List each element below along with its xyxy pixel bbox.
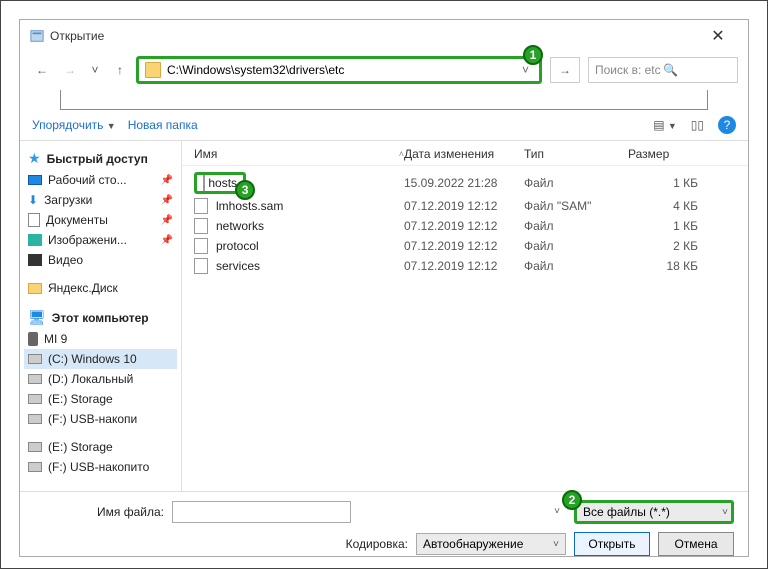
- open-button[interactable]: Открыть: [574, 532, 650, 556]
- sidebar-item-pictures[interactable]: Изображени...📌: [24, 230, 177, 250]
- address-history-dropdown[interactable]: [60, 90, 708, 110]
- app-icon: [30, 29, 44, 43]
- pin-icon: 📌: [161, 175, 173, 186]
- folder-icon: [28, 283, 42, 294]
- drive-icon: [28, 462, 42, 472]
- column-name[interactable]: Имя: [194, 147, 217, 161]
- callout-badge-3: 3: [235, 180, 255, 200]
- sidebar-item-drive-f2[interactable]: (F:) USB-накопито: [24, 457, 177, 477]
- folder-icon: [145, 62, 161, 78]
- document-icon: [28, 213, 40, 227]
- sidebar-item-drive-e[interactable]: (E:) Storage: [24, 389, 177, 409]
- sidebar-item-documents[interactable]: Документы📌: [24, 210, 177, 230]
- column-type[interactable]: Тип: [524, 147, 628, 161]
- star-icon: ★: [28, 150, 41, 167]
- sidebar-item-drive-c[interactable]: (C:) Windows 10: [24, 349, 177, 369]
- pc-icon: 🖥: [28, 309, 46, 326]
- callout-badge-2: 2: [562, 490, 582, 510]
- search-placeholder: Поиск в: etc: [595, 63, 663, 77]
- phone-icon: [28, 332, 38, 346]
- recent-locations-button[interactable]: ˅: [86, 63, 104, 77]
- chevron-down-icon[interactable]: ˅: [554, 506, 560, 517]
- close-button[interactable]: ✕: [698, 26, 738, 46]
- up-button[interactable]: ↑: [108, 57, 132, 83]
- drive-icon: [28, 374, 42, 384]
- desktop-icon: [28, 175, 42, 185]
- sidebar-item-drive-d[interactable]: (D:) Локальный: [24, 369, 177, 389]
- chevron-down-icon: ˅: [553, 539, 559, 550]
- organize-menu[interactable]: Упорядочить ▼: [32, 118, 116, 132]
- preview-pane-button[interactable]: ▯▯: [691, 118, 704, 132]
- title-bar: Открытие ✕: [20, 20, 748, 52]
- sidebar-item-downloads[interactable]: ⬇Загрузки📌: [24, 190, 177, 210]
- sidebar-item-phone[interactable]: MI 9: [24, 329, 177, 349]
- encoding-label: Кодировка:: [346, 537, 408, 551]
- help-button[interactable]: ?: [718, 116, 736, 134]
- callout-badge-1: 1: [523, 45, 543, 65]
- view-options-button[interactable]: ▤ ▼: [653, 118, 677, 132]
- search-icon: 🔍: [663, 63, 731, 77]
- column-date[interactable]: Дата изменения: [404, 147, 524, 161]
- file-row[interactable]: protocol 07.12.2019 12:12Файл2 КБ: [194, 236, 736, 256]
- window-title: Открытие: [50, 29, 698, 43]
- column-size[interactable]: Размер: [628, 147, 698, 161]
- search-box[interactable]: Поиск в: etc 🔍: [588, 57, 738, 83]
- navigation-pane: ★Быстрый доступ Рабочий сто...📌 ⬇Загрузк…: [20, 141, 182, 491]
- sidebar-item-yadisk[interactable]: Яндекс.Диск: [24, 278, 177, 298]
- sidebar-item-videos[interactable]: Видео: [24, 250, 177, 270]
- pictures-icon: [28, 234, 42, 246]
- download-icon: ⬇: [28, 193, 38, 207]
- address-input[interactable]: [167, 63, 518, 77]
- go-button[interactable]: →: [550, 57, 580, 83]
- command-bar: Упорядочить ▼ Новая папка ▤ ▼ ▯▯ ?: [20, 110, 748, 141]
- filename-input[interactable]: [172, 501, 351, 523]
- file-icon: [194, 198, 208, 214]
- column-headers[interactable]: Имя˄ Дата изменения Тип Размер: [182, 141, 748, 166]
- file-icon: [194, 258, 208, 274]
- pin-icon: 📌: [161, 235, 173, 246]
- sidebar-item-drive-f[interactable]: (F:) USB-накопи: [24, 409, 177, 429]
- pin-icon: 📌: [161, 195, 173, 206]
- address-dropdown-icon[interactable]: ˅: [518, 63, 533, 77]
- file-list: hosts3 15.09.2022 21:28 Файл 1 КБ lmhost…: [182, 166, 748, 280]
- back-button[interactable]: ←: [30, 57, 54, 83]
- file-row[interactable]: lmhosts.sam 07.12.2019 12:12Файл "SAM"4 …: [194, 196, 736, 216]
- file-type-filter[interactable]: Все файлы (*.*) ˅: [574, 500, 734, 524]
- drive-icon: [28, 414, 42, 424]
- chevron-down-icon: ˅: [722, 507, 728, 518]
- cancel-button[interactable]: Отмена: [658, 532, 734, 556]
- drive-icon: [28, 394, 42, 404]
- file-icon: [194, 218, 208, 234]
- drive-icon: [28, 442, 42, 452]
- file-row-hosts[interactable]: hosts3 15.09.2022 21:28 Файл 1 КБ: [194, 170, 736, 196]
- file-row[interactable]: services 07.12.2019 12:12Файл18 КБ: [194, 256, 736, 276]
- nav-bar: ← → ˅ ↑ ˅ 1 → Поиск в: etc 🔍: [20, 52, 748, 88]
- new-folder-button[interactable]: Новая папка: [128, 118, 198, 132]
- sidebar-item-drive-e2[interactable]: (E:) Storage: [24, 437, 177, 457]
- sidebar-quick-access[interactable]: ★Быстрый доступ: [24, 147, 177, 170]
- bottom-panel: Имя файла: ˅ Все файлы (*.*) ˅ 2 Кодиров…: [20, 491, 748, 556]
- pin-icon: 📌: [161, 215, 173, 226]
- filename-label: Имя файла:: [34, 505, 164, 519]
- sidebar-this-pc[interactable]: 🖥Этот компьютер: [24, 306, 177, 329]
- address-bar[interactable]: ˅ 1: [136, 56, 542, 84]
- drive-icon: [28, 354, 42, 364]
- sidebar-item-desktop[interactable]: Рабочий сто...📌: [24, 170, 177, 190]
- encoding-select[interactable]: Автообнаружение ˅: [416, 533, 566, 555]
- video-icon: [28, 254, 42, 266]
- file-icon: [203, 175, 205, 191]
- forward-button[interactable]: →: [58, 57, 82, 83]
- file-row[interactable]: networks 07.12.2019 12:12Файл1 КБ: [194, 216, 736, 236]
- file-icon: [194, 238, 208, 254]
